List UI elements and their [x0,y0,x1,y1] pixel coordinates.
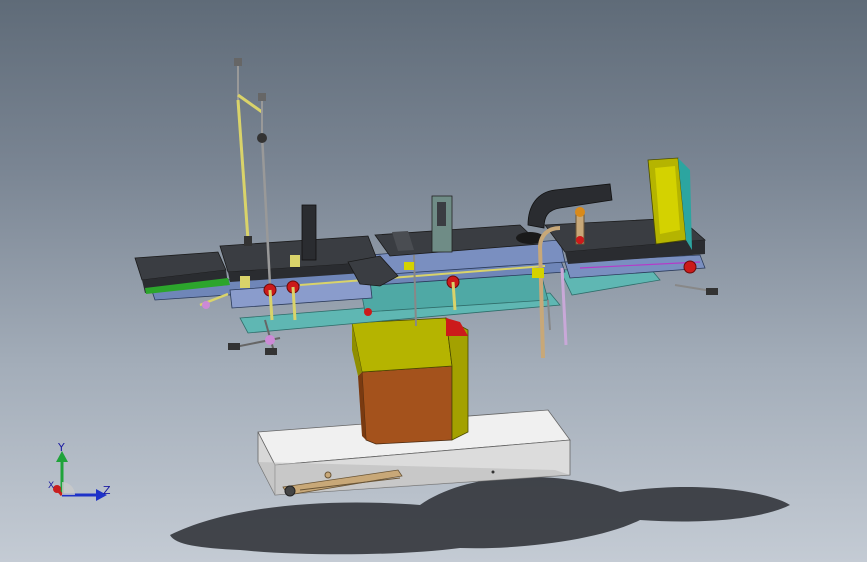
z-axis-label: Z [103,484,111,497]
cad-viewport[interactable] [0,0,867,562]
ground-shadow [170,476,790,555]
column[interactable] [351,317,469,445]
triad-axes [53,451,107,501]
coordinate-triad: Y X Z [40,438,120,508]
operating-table-model[interactable] [0,0,867,562]
x-axis-label: X [48,481,55,491]
y-axis-label: Y [58,441,65,454]
